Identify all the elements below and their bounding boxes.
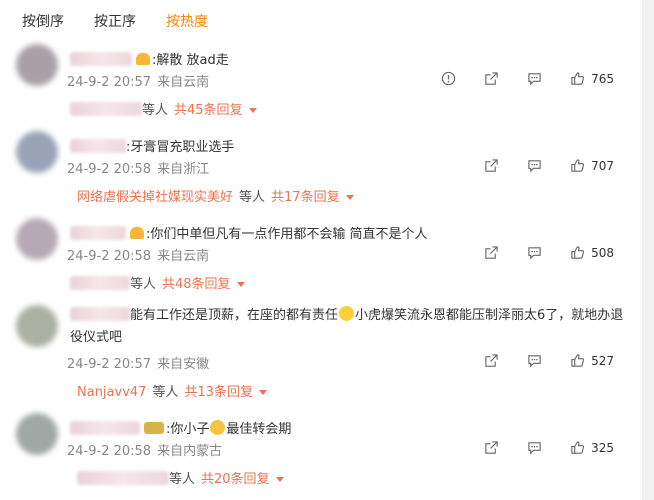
avatar[interactable] xyxy=(16,218,58,260)
comment-text-line: :牙膏冒充职业选手 xyxy=(70,136,234,155)
comment-text-line: :你小子 最佳转会期 xyxy=(70,418,291,437)
tab-reverse-order[interactable]: 按倒序 xyxy=(22,11,64,31)
comment-text: :你们中单但凡有一点作用都不会输 简直不是个人 xyxy=(146,227,428,242)
like-icon[interactable] xyxy=(570,71,585,86)
reply-summary[interactable]: 等人 共48条回复 xyxy=(70,273,245,292)
reply-users-blurred[interactable] xyxy=(70,276,130,290)
avatar[interactable] xyxy=(16,44,58,86)
reply-summary[interactable]: 网络虐假关掉社媒现实美好 等人 共17条回复 xyxy=(77,186,354,205)
like-count: 325 xyxy=(591,440,614,455)
like-icon[interactable] xyxy=(570,440,585,455)
reply-icon[interactable] xyxy=(527,440,542,455)
like-icon[interactable] xyxy=(570,158,585,173)
comment-time: 24-9-2 20:58 xyxy=(67,162,152,177)
comment-text-line: :解散 放ad走 xyxy=(70,49,229,68)
reply-users-blurred[interactable] xyxy=(70,102,142,116)
comment-location: 来自云南 xyxy=(157,249,210,264)
like-count: 765 xyxy=(591,71,614,86)
username-blurred[interactable] xyxy=(70,226,126,240)
reply-count-link[interactable]: 共48条回复 xyxy=(162,277,231,292)
level-badge-icon xyxy=(144,422,164,434)
username-blurred[interactable] xyxy=(70,307,130,321)
comment-actions: 508 xyxy=(456,245,614,260)
vip-badge-icon xyxy=(136,53,150,65)
like-icon[interactable] xyxy=(570,245,585,260)
chevron-down-icon xyxy=(345,195,354,200)
like-count: 508 xyxy=(591,245,614,260)
comment-meta: 24-9-2 20:58 来自云南 xyxy=(67,245,209,264)
like-count: 527 xyxy=(591,353,614,368)
avatar[interactable] xyxy=(16,413,58,455)
tab-by-popularity[interactable]: 按热度 xyxy=(166,11,208,31)
reply-summary[interactable]: 等人 共20条回复 xyxy=(77,468,284,487)
sort-tabs: 按倒序 按正序 按热度 xyxy=(0,0,654,40)
comment-text-line: 能有工作还是顶薪，在座的都有责任 小虎爆笑流永恩都能压制泽丽太6了，就地办退役仪式… xyxy=(70,305,630,349)
reply-users-blurred[interactable] xyxy=(77,471,169,485)
chevron-down-icon xyxy=(259,390,267,395)
comment-text: 能有工作还是顶薪，在座的都有责任 xyxy=(130,308,339,323)
tab-forward-order[interactable]: 按正序 xyxy=(94,11,136,31)
reply-suffix: 等人 xyxy=(142,103,169,118)
chevron-down-icon xyxy=(236,282,245,287)
reply-count-link[interactable]: 共17条回复 xyxy=(271,190,340,205)
reply-summary[interactable]: 等人 共45条回复 xyxy=(70,99,257,118)
comment-meta: 24-9-2 20:57 来自安徽 xyxy=(67,353,209,372)
reply-icon[interactable] xyxy=(527,71,542,86)
reply-icon[interactable] xyxy=(527,353,542,368)
share-icon[interactable] xyxy=(484,440,499,455)
like-icon[interactable] xyxy=(570,353,585,368)
comment-time: 24-9-2 20:57 xyxy=(67,357,152,372)
share-icon[interactable] xyxy=(484,245,499,260)
comment-time: 24-9-2 20:57 xyxy=(67,75,152,90)
scrollbar[interactable] xyxy=(642,0,654,500)
comment-location: 来自云南 xyxy=(157,75,210,90)
comment-location: 来自内蒙古 xyxy=(157,444,223,459)
reply-count-link[interactable]: 共13条回复 xyxy=(184,385,253,400)
comment-actions: 527 xyxy=(456,353,614,368)
comment-text: :你小子 xyxy=(166,422,210,437)
reply-count-link[interactable]: 共20条回复 xyxy=(201,472,270,487)
comment-location: 来自安徽 xyxy=(157,357,210,372)
avatar[interactable] xyxy=(16,131,58,173)
comment-actions: 325 xyxy=(456,440,614,455)
avatar[interactable] xyxy=(16,305,58,347)
comment-location: 来自浙江 xyxy=(157,162,210,177)
comment-meta: 24-9-2 20:58 来自浙江 xyxy=(67,158,209,177)
username-blurred[interactable] xyxy=(70,139,126,153)
comment-time: 24-9-2 20:58 xyxy=(67,444,152,459)
reply-suffix: 等人 xyxy=(169,472,196,487)
share-icon[interactable] xyxy=(484,71,499,86)
comment-meta: 24-9-2 20:57 来自云南 xyxy=(67,71,209,90)
reply-user-link[interactable]: 网络虐假关掉社媒现实美好 xyxy=(77,190,233,205)
username-blurred[interactable] xyxy=(70,421,140,435)
reply-icon[interactable] xyxy=(527,245,542,260)
comment-meta: 24-9-2 20:58 来自内蒙古 xyxy=(67,440,222,459)
report-icon[interactable] xyxy=(441,71,456,86)
comment-text-line: :你们中单但凡有一点作用都不会输 简直不是个人 xyxy=(70,223,428,242)
reply-count-link[interactable]: 共45条回复 xyxy=(174,103,243,118)
chevron-down-icon xyxy=(248,108,257,113)
thumbs-up-emoji-icon xyxy=(210,420,226,435)
comment-text-continued: 最佳转会期 xyxy=(226,422,292,437)
username-blurred[interactable] xyxy=(70,52,132,66)
chevron-down-icon xyxy=(275,477,284,482)
reply-summary[interactable]: Nanjavv47 等人 共13条回复 xyxy=(77,381,267,400)
share-icon[interactable] xyxy=(484,353,499,368)
reply-suffix: 等人 xyxy=(152,385,179,400)
reply-suffix: 等人 xyxy=(239,190,266,205)
like-count: 707 xyxy=(591,158,614,173)
comment-text: :解散 放ad走 xyxy=(152,53,229,68)
reply-user-link[interactable]: Nanjavv47 xyxy=(77,385,146,400)
comment-actions: 707 xyxy=(456,158,614,173)
vip-badge-icon xyxy=(130,227,144,239)
reply-suffix: 等人 xyxy=(130,277,157,292)
reply-icon[interactable] xyxy=(527,158,542,173)
share-icon[interactable] xyxy=(484,158,499,173)
comment-text: :牙膏冒充职业选手 xyxy=(126,140,235,155)
comment-actions: 765 xyxy=(413,71,614,86)
laughing-emoji-icon xyxy=(339,306,355,321)
comment-time: 24-9-2 20:58 xyxy=(67,249,152,264)
